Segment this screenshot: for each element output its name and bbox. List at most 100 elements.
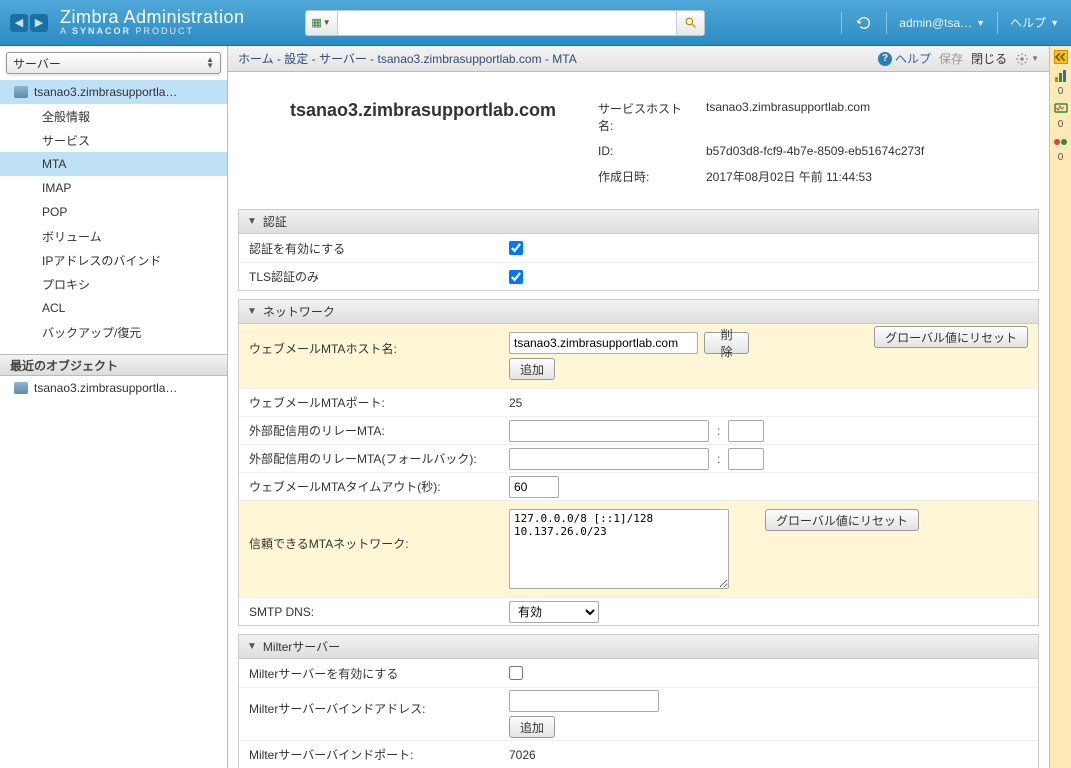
red-dot-icon (1054, 139, 1060, 145)
sidebar-item-server[interactable]: tsanao3.zimbrasupportla… (0, 80, 227, 104)
relay-host-input[interactable] (509, 420, 709, 442)
sidebar-scope-label: サーバー (13, 55, 61, 72)
history-nav: ◀ ▶ (10, 14, 48, 32)
webmail-host-input[interactable] (509, 332, 698, 354)
section-auth: ▼ 認証 認証を有効にする TLS認証のみ (238, 209, 1039, 291)
sidebar-item-label: ACL (42, 301, 65, 315)
sidebar-nav: tsanao3.zimbrasupportla… 全般情報 サービス MTA I… (0, 80, 227, 344)
list-icon: ▦ (311, 16, 321, 29)
green-dot-icon (1061, 139, 1067, 145)
relay-label: 外部配信用のリレーMTA: (249, 422, 509, 439)
relay-fb-host-input[interactable] (509, 448, 709, 470)
relay-port-input[interactable] (728, 420, 764, 442)
webmail-port-value: 25 (509, 396, 1038, 410)
sidebar-item-label: tsanao3.zimbrasupportla… (34, 85, 177, 99)
smtpdns-select[interactable]: 有効 (509, 601, 599, 623)
recent-objects-header: 最近のオブジェクト (0, 354, 227, 376)
save-button[interactable]: 保存 (939, 50, 963, 67)
relay-fb-label: 外部配信用のリレーMTA(フォールバック): (249, 450, 509, 467)
brand-title: Zimbra Administration (60, 8, 245, 28)
main-layout: サーバー ▲▼ tsanao3.zimbrasupportla… 全般情報 サー… (0, 46, 1071, 768)
section-title: 認証 (263, 213, 287, 230)
gear-icon (1015, 52, 1029, 66)
section-title: Milterサーバー (263, 638, 340, 655)
sidebar-item-acl[interactable]: ACL (0, 296, 227, 320)
brand-subtitle: A SYNACOR PRODUCT (60, 27, 245, 37)
milter-enable-checkbox[interactable] (509, 666, 523, 680)
settings-menu[interactable]: ▼ (1015, 52, 1039, 66)
summary-host-value: tsanao3.zimbrasupportlab.com (706, 100, 924, 134)
sidebar-item-mta[interactable]: MTA (0, 152, 227, 176)
server-icon (14, 86, 28, 98)
sidebar-item-imap[interactable]: IMAP (0, 176, 227, 200)
trusted-networks-textarea[interactable] (509, 509, 729, 589)
sidebar-scope-selector[interactable]: サーバー ▲▼ (6, 52, 221, 74)
milter-bindport-label: Milterサーバーバインドポート: (249, 746, 509, 763)
close-button[interactable]: 閉じる (971, 50, 1007, 67)
sidebar-item-ipbind[interactable]: IPアドレスのバインド (0, 248, 227, 272)
sidebar-item-volume[interactable]: ボリューム (0, 224, 227, 248)
rail-chart-icon[interactable] (1053, 68, 1069, 84)
sidebar-item-label: IPアドレスのバインド (42, 252, 161, 269)
section-header-network[interactable]: ▼ ネットワーク (239, 300, 1038, 324)
delete-button[interactable]: 削除 (704, 332, 749, 354)
auth-enable-checkbox[interactable] (509, 241, 523, 255)
nav-back-button[interactable]: ◀ (10, 14, 28, 32)
rail-status-icon[interactable] (1053, 134, 1069, 150)
sidebar-item-label: ボリューム (42, 228, 102, 245)
webmail-port-label: ウェブメールMTAポート: (249, 394, 509, 411)
rail-count-2: 0 (1058, 119, 1064, 130)
chevron-down-icon: ▼ (976, 18, 985, 28)
smtpdns-label: SMTP DNS: (249, 605, 509, 619)
rail-collapse-button[interactable] (1054, 50, 1068, 64)
sidebar-item-backup[interactable]: バックアップ/復元 (0, 320, 227, 344)
help-link[interactable]: ? ヘルプ (878, 50, 931, 67)
auth-tls-checkbox[interactable] (509, 270, 523, 284)
sidebar-item-general[interactable]: 全般情報 (0, 104, 227, 128)
refresh-icon (856, 15, 872, 31)
breadcrumb: ホーム - 設定 - サーバー - tsanao3.zimbrasupportl… (238, 50, 577, 67)
recent-item-label: tsanao3.zimbrasupportla… (34, 381, 177, 395)
auth-tls-label: TLS認証のみ (249, 268, 509, 285)
timeout-input[interactable] (509, 476, 559, 498)
relay-fb-port-input[interactable] (728, 448, 764, 470)
section-header-milter[interactable]: ▼ Milterサーバー (239, 635, 1038, 659)
right-rail: 0 0 0 (1049, 46, 1071, 768)
timeout-label: ウェブメールMTAタイムアウト(秒): (249, 478, 509, 495)
add-button[interactable]: 追加 (509, 358, 555, 380)
reset-to-global-button-2[interactable]: グローバル値にリセット (765, 509, 919, 531)
search-input[interactable] (338, 15, 676, 30)
search-button[interactable] (676, 11, 704, 35)
rail-monitor-icon[interactable] (1053, 101, 1069, 117)
toolbar-actions: ? ヘルプ 保存 閉じる ▼ (878, 50, 1039, 67)
server-icon (14, 382, 28, 394)
section-title: ネットワーク (263, 303, 335, 320)
sidebar-item-pop[interactable]: POP (0, 200, 227, 224)
help-label: ヘルプ (1010, 14, 1046, 31)
sidebar-item-proxy[interactable]: プロキシ (0, 272, 227, 296)
auth-enable-label: 認証を有効にする (249, 240, 509, 257)
sidebar-item-label: 全般情報 (42, 108, 90, 125)
reset-to-global-button[interactable]: グローバル値にリセット (874, 326, 1028, 348)
summary-created-label: 作成日時: (598, 168, 688, 185)
sidebar: サーバー ▲▼ tsanao3.zimbrasupportla… 全般情報 サー… (0, 46, 228, 768)
search-category-button[interactable]: ▦ ▼ (306, 11, 338, 35)
section-header-auth[interactable]: ▼ 認証 (239, 210, 1038, 234)
recent-item[interactable]: tsanao3.zimbrasupportla… (0, 376, 227, 400)
milter-bindaddr-input[interactable] (509, 690, 659, 712)
refresh-button[interactable] (852, 11, 876, 35)
sidebar-item-label: IMAP (42, 181, 71, 195)
nav-forward-button[interactable]: ▶ (30, 14, 48, 32)
user-menu[interactable]: admin@tsa… ▼ (897, 16, 987, 30)
content: ホーム - 設定 - サーバー - tsanao3.zimbrasupportl… (228, 46, 1049, 768)
brand: Zimbra Administration A SYNACOR PRODUCT (60, 8, 245, 38)
breadcrumb-bar: ホーム - 設定 - サーバー - tsanao3.zimbrasupportl… (228, 46, 1049, 72)
header-help-menu[interactable]: ヘルプ ▼ (1008, 14, 1061, 31)
help-icon: ? (878, 52, 892, 66)
collapse-icon: ▼ (247, 641, 257, 652)
summary-id-value: b57d03d8-fcf9-4b7e-8509-eb51674c273f (706, 144, 924, 158)
section-milter: ▼ Milterサーバー Milterサーバーを有効にする Milterサーバー… (238, 634, 1039, 768)
magnifier-icon (684, 16, 697, 29)
add-button[interactable]: 追加 (509, 716, 555, 738)
sidebar-item-services[interactable]: サービス (0, 128, 227, 152)
